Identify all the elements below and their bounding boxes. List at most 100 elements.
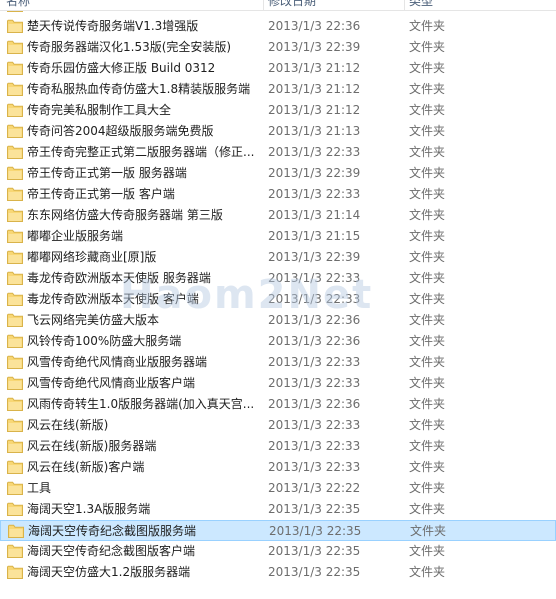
folder-icon <box>7 187 23 201</box>
file-name: 飞云网络完美仿盛大版本 <box>27 313 160 327</box>
file-row[interactable]: 毒龙传奇欧洲版本天使版 客户端 2013/1/3 22:33 文件夹 <box>0 289 556 310</box>
folder-icon <box>7 166 23 180</box>
file-date: 2013/1/3 22:36 <box>268 397 361 411</box>
file-name: 海阔天空传奇纪念截图版客户端 <box>27 544 196 558</box>
file-date: 2013/1/3 22:36 <box>268 19 361 33</box>
file-name: 传奇完美私服制作工具大全 <box>27 103 172 117</box>
file-row[interactable]: 嘟嘟网络珍藏商业[原]版 2013/1/3 22:39 文件夹 <box>0 247 556 268</box>
file-date: 2013/1/3 22:33 <box>268 376 361 390</box>
file-row[interactable]: 海阔天空1.3A版服务端 2013/1/3 22:35 文件夹 <box>0 499 556 520</box>
file-row[interactable]: 传奇问答2004超级版服务端免费版 2013/1/3 21:13 文件夹 <box>0 121 556 142</box>
file-type: 文件夹 <box>409 418 446 432</box>
file-row[interactable]: 风云在线(新版)服务器端 2013/1/3 22:33 文件夹 <box>0 436 556 457</box>
file-row[interactable]: 传奇服务器端汉化1.53版(完全安装版) 2013/1/3 22:39 文件夹 <box>0 37 556 58</box>
folder-icon <box>7 355 23 369</box>
file-row[interactable]: 毒龙传奇欧洲版本天使版 服务器端 2013/1/3 22:33 文件夹 <box>0 268 556 289</box>
file-row[interactable]: 工具 2013/1/3 22:22 文件夹 <box>0 478 556 499</box>
column-header-date[interactable]: 修改日期 <box>263 0 408 10</box>
file-row[interactable]: 海阔天空仿盛大1.2版服务器端 2013/1/3 22:35 文件夹 <box>0 562 556 583</box>
folder-icon <box>7 565 23 579</box>
file-name: 毒龙传奇欧洲版本天使版 客户端 <box>27 292 199 306</box>
file-row[interactable]: 传奇完美私服制作工具大全 2013/1/3 21:12 文件夹 <box>0 100 556 121</box>
file-row[interactable]: 帝王传奇完整正式第二版服务器端（修正... 2013/1/3 22:33 文件夹 <box>0 142 556 163</box>
file-type: 文件夹 <box>409 145 446 159</box>
file-row[interactable]: 风云在线(新版) 2013/1/3 22:33 文件夹 <box>0 415 556 436</box>
file-name: 传奇问答2004超级版服务端免费版 <box>27 124 214 138</box>
file-type: 文件夹 <box>409 61 446 75</box>
file-type: 文件夹 <box>409 313 446 327</box>
file-name: 传奇服务器端汉化1.53版(完全安装版) <box>27 40 232 54</box>
file-type: 文件夹 <box>409 19 446 33</box>
file-date: 2013/1/3 21:12 <box>268 103 361 117</box>
file-name: 嘟嘟网络珍藏商业[原]版 <box>27 250 157 264</box>
folder-icon <box>7 82 23 96</box>
file-date: 2013/1/3 22:35 <box>268 502 361 516</box>
folder-icon <box>8 524 24 538</box>
file-row[interactable]: 风铃传奇100%防盛大服务端 2013/1/3 22:36 文件夹 <box>0 331 556 352</box>
column-header-name[interactable]: 名称 <box>6 0 256 10</box>
file-name: 帝王传奇正式第一版 客户端 <box>27 187 175 201</box>
file-row[interactable]: 东东网络仿盛大传奇服务器端 第三版 2013/1/3 21:14 文件夹 <box>0 205 556 226</box>
file-row[interactable]: 海阔天空传奇纪念截图版客户端 2013/1/3 22:35 文件夹 <box>0 541 556 562</box>
folder-icon <box>7 334 23 348</box>
file-type: 文件夹 <box>409 292 446 306</box>
file-type: 文件夹 <box>409 502 446 516</box>
file-row[interactable]: 传奇私服热血传奇仿盛大1.8精装版服务端 2013/1/3 21:12 文件夹 <box>0 79 556 100</box>
file-date: 2013/1/3 22:33 <box>268 439 361 453</box>
folder-icon <box>7 103 23 117</box>
file-row[interactable]: 楚天传说传奇服务端V1.3增强版 2013/1/3 22:36 文件夹 <box>0 16 556 37</box>
file-explorer: 楚天传奇全站带论坛完整版2013/1/3 21:12文件夹楚天传说传奇服务端V1… <box>0 0 556 599</box>
file-name: 传奇乐园仿盛大修正版 Build 0312 <box>27 61 216 75</box>
folder-icon <box>7 313 23 327</box>
file-name: 工具 <box>27 481 52 495</box>
file-date: 2013/1/3 22:33 <box>268 145 361 159</box>
file-type: 文件夹 <box>409 250 446 264</box>
column-header: 名称 修改日期 类型 <box>0 0 556 11</box>
folder-icon <box>7 19 23 33</box>
file-name: 风云在线(新版)服务器端 <box>27 439 157 453</box>
file-row[interactable]: 传奇乐园仿盛大修正版 Build 0312 2013/1/3 21:12 文件夹 <box>0 58 556 79</box>
file-date: 2013/1/3 22:33 <box>268 355 361 369</box>
file-date: 2013/1/3 22:33 <box>268 271 361 285</box>
file-type: 文件夹 <box>409 187 446 201</box>
file-type: 文件夹 <box>409 334 446 348</box>
folder-icon <box>7 292 23 306</box>
file-row[interactable]: 飞云网络完美仿盛大版本 2013/1/3 22:36 文件夹 <box>0 310 556 331</box>
file-type: 文件夹 <box>409 229 446 243</box>
file-name: 风雪传奇绝代风情商业版服务器端 <box>27 355 208 369</box>
folder-icon <box>7 208 23 222</box>
file-date: 2013/1/3 22:35 <box>268 565 361 579</box>
file-name: 风云在线(新版)客户端 <box>27 460 145 474</box>
file-name: 东东网络仿盛大传奇服务器端 第三版 <box>27 208 223 222</box>
folder-icon <box>7 229 23 243</box>
file-row[interactable]: 风雪传奇绝代风情商业版服务器端 2013/1/3 22:33 文件夹 <box>0 352 556 373</box>
file-date: 2013/1/3 22:39 <box>268 166 361 180</box>
file-row[interactable]: 嘟嘟企业版服务端 2013/1/3 21:15 文件夹 <box>0 226 556 247</box>
file-name: 风雪传奇绝代风情商业版客户端 <box>27 376 196 390</box>
file-date: 2013/1/3 22:39 <box>268 250 361 264</box>
folder-icon <box>7 376 23 390</box>
folder-icon <box>7 145 23 159</box>
file-row[interactable]: 帝王传奇正式第一版 客户端 2013/1/3 22:33 文件夹 <box>0 184 556 205</box>
file-date: 2013/1/3 22:35 <box>269 524 362 538</box>
file-date: 2013/1/3 21:12 <box>268 82 361 96</box>
file-row[interactable]: 风云在线(新版)客户端 2013/1/3 22:33 文件夹 <box>0 457 556 478</box>
file-row[interactable]: 海阔天空传奇纪念截图版服务端 2013/1/3 22:35 文件夹 <box>0 520 556 541</box>
file-type: 文件夹 <box>409 124 446 138</box>
file-type: 文件夹 <box>409 271 446 285</box>
file-row[interactable]: 帝王传奇正式第一版 服务器端 2013/1/3 22:39 文件夹 <box>0 163 556 184</box>
file-date: 2013/1/3 22:33 <box>268 418 361 432</box>
file-name: 海阔天空传奇纪念截图版服务端 <box>28 524 197 538</box>
file-row[interactable]: 风雪传奇绝代风情商业版客户端 2013/1/3 22:33 文件夹 <box>0 373 556 394</box>
file-type: 文件夹 <box>409 397 446 411</box>
folder-icon <box>7 40 23 54</box>
file-name: 帝王传奇正式第一版 服务器端 <box>27 166 187 180</box>
folder-icon <box>7 481 23 495</box>
folder-icon <box>7 271 23 285</box>
file-type: 文件夹 <box>409 40 446 54</box>
file-name: 楚天传说传奇服务端V1.3增强版 <box>27 19 199 33</box>
folder-icon <box>7 124 23 138</box>
file-date: 2013/1/3 21:14 <box>268 208 361 222</box>
column-header-type[interactable]: 类型 <box>404 0 527 10</box>
file-row[interactable]: 风雨传奇转生1.0版服务器端(加入真天宫... 2013/1/3 22:36 文件夹 <box>0 394 556 415</box>
